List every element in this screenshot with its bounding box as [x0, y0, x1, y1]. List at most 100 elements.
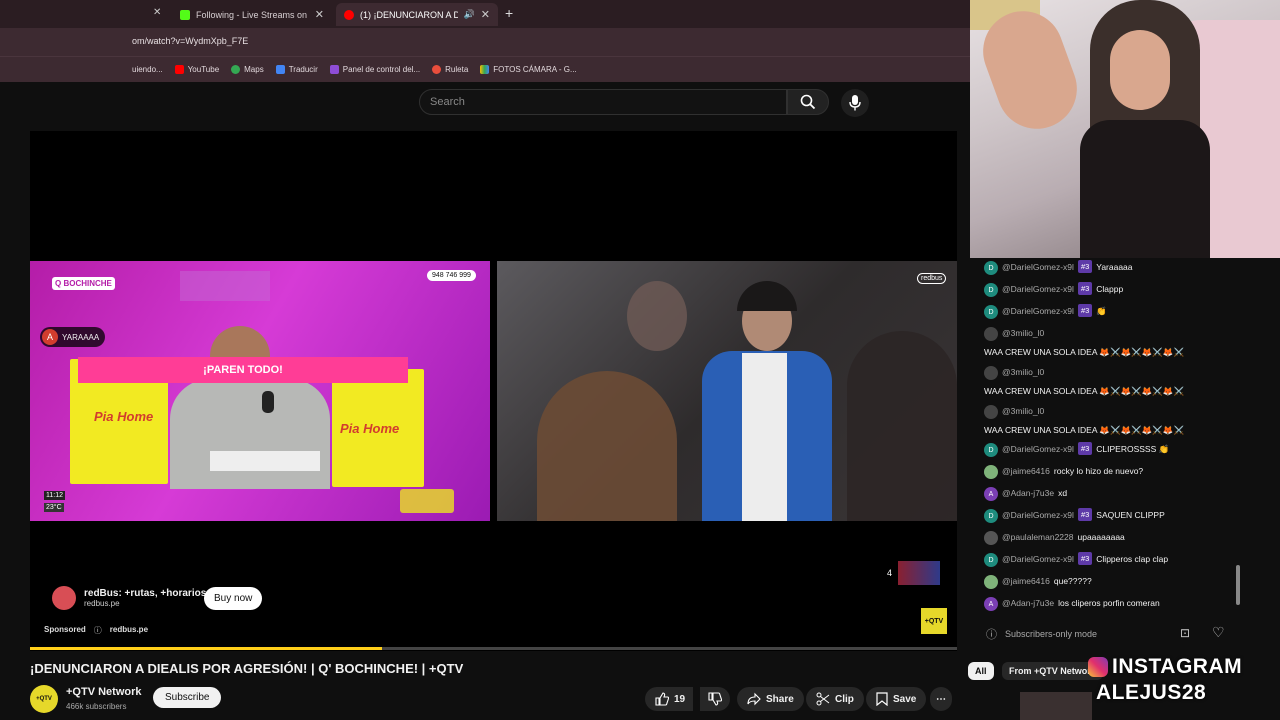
avatar[interactable]: D — [984, 283, 998, 297]
avatar[interactable]: D — [984, 509, 998, 523]
chat-author[interactable]: @DarielGomez-x9l — [1002, 442, 1074, 457]
instagram-overlay: INSTAGRAM — [1088, 655, 1242, 679]
avatar: A — [42, 329, 58, 345]
ad-title: redBus: +rutas, +horarios — [84, 588, 207, 599]
like-button[interactable]: 19 — [645, 687, 694, 711]
avatar[interactable]: D — [984, 553, 998, 567]
bookmark-traducir[interactable]: Traducir — [275, 65, 318, 74]
member-badge: #3 — [1077, 442, 1093, 455]
dollar-icon[interactable]: ⊡ — [1180, 626, 1190, 640]
avatar[interactable]: D — [984, 443, 998, 457]
info-icon[interactable]: ⓘ — [94, 625, 102, 636]
share-button[interactable]: Share — [737, 687, 804, 711]
tab-kick[interactable]: Following - Live Streams on Ki ✕ — [172, 3, 332, 26]
tab-label: (1) ¡DENUNCIARON A DEAL — [360, 9, 458, 20]
chat-author[interactable]: @jaime6416 — [1002, 574, 1050, 589]
chat-author[interactable]: @DarielGomez-x9l — [1002, 552, 1074, 567]
avatar[interactable]: A — [984, 487, 998, 501]
avatar[interactable] — [984, 531, 998, 545]
avatar[interactable] — [984, 405, 998, 419]
chip-all[interactable]: All — [968, 662, 994, 680]
chat-text: CLIPEROSSSS 👏 — [1096, 444, 1170, 454]
heart-icon[interactable]: ♡ — [1212, 624, 1225, 641]
wheel-icon — [432, 65, 442, 74]
url-text[interactable]: om/watch?v=WydmXpb_F7E — [132, 36, 248, 46]
chat-author[interactable]: @DarielGomez-x9l — [1002, 260, 1074, 275]
chat-text: Clipperos clap clap — [1096, 554, 1169, 564]
avatar[interactable]: A — [984, 597, 998, 611]
chat-author[interactable]: @paulaleman2228 — [1002, 530, 1074, 545]
chat-text: WAA CREW UNA SOLA IDEA 🦊⚔️🦊⚔️🦊⚔️🦊⚔️ — [984, 425, 1185, 435]
avatar[interactable]: D — [984, 261, 998, 275]
avatar[interactable] — [984, 366, 998, 380]
chat-author[interactable]: @3milio_l0 — [1002, 404, 1044, 419]
info-icon[interactable]: ⓘ — [986, 626, 997, 642]
redbus-logo — [52, 586, 76, 610]
ad-thumbnail[interactable] — [898, 561, 940, 585]
avatar[interactable] — [984, 575, 998, 589]
channel-avatar[interactable]: +QTV — [30, 685, 58, 713]
channel-watermark[interactable]: +QTV — [921, 608, 947, 634]
watermark: redbus — [917, 273, 947, 284]
chat-author[interactable]: @DarielGomez-x9l — [1002, 304, 1074, 319]
ad-card[interactable]: redBus: +rutas, +horarios redbus.pe — [52, 586, 206, 610]
speaker-icon[interactable]: 🔊 — [464, 9, 475, 20]
close-icon[interactable]: ✕ — [153, 7, 161, 18]
new-tab-button[interactable]: + — [505, 5, 513, 21]
video-frame-right: redbus — [497, 261, 957, 521]
tab-youtube[interactable]: (1) ¡DENUNCIARON A DEAL 🔊 ✕ — [336, 3, 498, 26]
bookmark-youtube[interactable]: YouTube — [174, 65, 219, 74]
dislike-button[interactable] — [700, 687, 730, 711]
subscribers-only-bar: ⓘ Subscribers-only mode — [972, 622, 1240, 646]
close-tab-icon[interactable]: ✕ — [481, 8, 490, 21]
chat-author[interactable]: @3milio_l0 — [1002, 326, 1044, 341]
clip-button[interactable]: Clip — [806, 687, 864, 711]
related-thumbnail[interactable] — [1020, 692, 1092, 720]
bookmark-maps[interactable]: Maps — [231, 65, 264, 74]
bookmark-fotos[interactable]: FOTOS CÁMARA - G... — [480, 65, 577, 74]
save-button[interactable]: Save — [866, 687, 927, 711]
translate-icon — [275, 65, 285, 74]
subscribers-only-text: Subscribers-only mode — [1005, 629, 1098, 639]
microphone — [262, 391, 274, 413]
search-button[interactable] — [787, 89, 829, 115]
ad-domain: redbus.pe — [84, 599, 120, 608]
search-input[interactable]: Search — [419, 89, 787, 115]
microphone-icon — [849, 95, 861, 111]
avatar[interactable] — [984, 327, 998, 341]
subscribe-button[interactable]: Subscribe — [153, 687, 222, 708]
close-tab-icon[interactable]: ✕ — [315, 8, 324, 21]
more-actions-button[interactable]: ⋯ — [930, 687, 952, 711]
show-logo: Q BOCHINCHE — [52, 277, 115, 290]
voice-search-button[interactable] — [841, 89, 869, 117]
bookmark-item[interactable]: uiendo... — [132, 65, 163, 74]
address-bar[interactable]: om/watch?v=WydmXpb_F7E — [0, 28, 970, 56]
chat-text: los cliperos porfin comeran — [1058, 598, 1160, 608]
channel-name[interactable]: +QTV Network — [66, 686, 142, 698]
chat-author[interactable]: @DarielGomez-x9l — [1002, 508, 1074, 523]
avatar[interactable]: D — [984, 305, 998, 319]
chat-author[interactable]: @Adan-j7u3e — [1002, 486, 1054, 501]
chat-author[interactable]: @jaime6416 — [1002, 464, 1050, 479]
buy-now-button[interactable]: Buy now — [204, 587, 263, 610]
chat-author[interactable]: @DarielGomez-x9l — [1002, 282, 1074, 297]
sponsored-row: Sponsored ⓘ redbus.pe — [44, 625, 148, 636]
youtube-favicon-icon — [344, 9, 354, 20]
chat-message: @3milio_l0 WAA CREW UNA SOLA IDEA 🦊⚔️🦊⚔️🦊… — [984, 365, 1244, 399]
chat-author[interactable]: @Adan-j7u3e — [1002, 596, 1054, 611]
panel-icon — [329, 65, 339, 74]
avatar[interactable] — [984, 465, 998, 479]
chat-scrollbar[interactable] — [1236, 565, 1240, 605]
bookmark-ruleta[interactable]: Ruleta — [432, 65, 468, 74]
chat-author[interactable]: @3milio_l0 — [1002, 365, 1044, 380]
sponsored-domain[interactable]: redbus.pe — [110, 625, 148, 636]
video-player[interactable]: Q BOCHINCHE 948 746 999 Pia Home Pia Hom… — [30, 131, 957, 651]
chat-message: @3milio_l0 WAA CREW UNA SOLA IDEA 🦊⚔️🦊⚔️🦊… — [984, 326, 1244, 360]
member-badge: #3 — [1077, 508, 1093, 521]
member-badge: #3 — [1077, 552, 1093, 565]
bookmark-panel[interactable]: Panel de control del... — [329, 65, 420, 74]
sponsored-label: Sponsored — [44, 625, 86, 634]
progress-bar[interactable] — [30, 647, 957, 650]
subscriber-count: 466k subscribers — [66, 702, 127, 711]
overlay-username: YARAAAA — [62, 332, 100, 342]
